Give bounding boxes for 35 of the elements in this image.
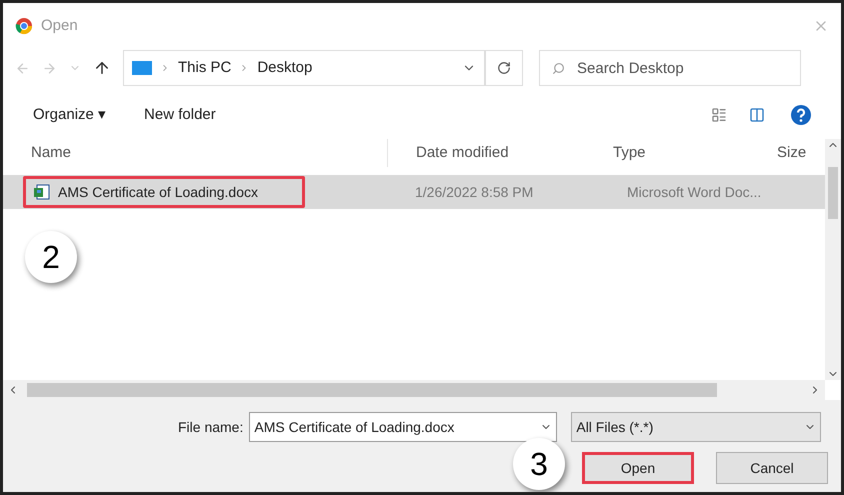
new-folder-button[interactable]: New folder <box>144 104 216 126</box>
help-icon[interactable] <box>791 105 811 125</box>
scroll-thumb[interactable] <box>27 383 717 397</box>
vertical-scrollbar[interactable] <box>825 139 841 380</box>
type-cell-text: Microsoft Word Doc... <box>627 182 762 202</box>
file-type-dropdown[interactable]: All Files (*.*) <box>571 412 822 442</box>
file-name-cell: AMS Certificate of Loading.docx <box>23 176 305 208</box>
window-title: Open <box>41 16 78 36</box>
scroll-thumb[interactable] <box>828 167 838 219</box>
refresh-icon <box>497 61 511 75</box>
step-number: 2 <box>25 231 77 283</box>
column-header[interactable]: Name <box>3 139 387 167</box>
monitor-icon <box>132 60 152 76</box>
organize-menu[interactable]: Organize ▾ <box>33 104 106 126</box>
horizontal-scrollbar[interactable] <box>3 380 825 400</box>
document-icon <box>34 184 50 200</box>
preview-pane-icon[interactable] <box>749 107 765 123</box>
browser-logo-icon <box>15 17 33 35</box>
file-name-label: File name: <box>178 418 244 436</box>
search-field[interactable]: Search Desktop <box>577 51 800 85</box>
column-header[interactable]: Size <box>771 139 806 167</box>
column-header[interactable]: Type <box>599 139 771 167</box>
breadcrumb-item[interactable]: This PC <box>178 56 232 80</box>
dialog-button[interactable]: Cancel <box>716 452 828 484</box>
search-box[interactable]: Search Desktop <box>539 50 801 86</box>
up-icon[interactable] <box>93 59 111 77</box>
column-header[interactable]: Date modified <box>387 139 599 167</box>
dialog-button[interactable]: Open <box>582 452 694 484</box>
view-options-icon[interactable] <box>711 107 727 123</box>
file-row[interactable]: AMS Certificate of Loading.docx 1/26/2022 8:58 PM Microsoft Word Doc... <box>3 175 825 209</box>
search-icon <box>552 62 565 74</box>
breadcrumb-item[interactable]: Desktop <box>257 56 312 80</box>
date-cell-text: 1/26/2022 8:58 PM <box>415 182 534 202</box>
address-bar[interactable]: This PC Desktop <box>123 50 485 86</box>
refresh-button[interactable] <box>485 50 523 86</box>
